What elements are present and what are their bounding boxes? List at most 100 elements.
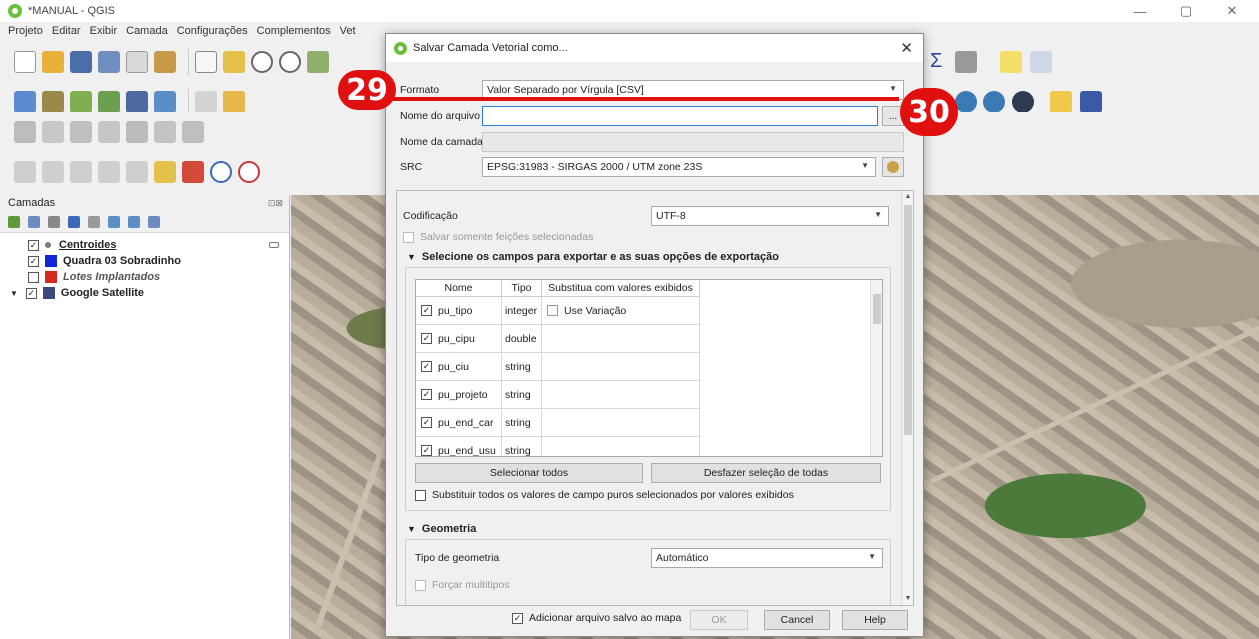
zoom-layer-icon[interactable] [210,161,232,183]
force-multi-checkbox[interactable] [415,579,426,591]
measure-icon[interactable] [955,51,977,73]
zoom-selection-icon[interactable] [238,161,260,183]
gps-icon[interactable] [1012,91,1034,113]
menu-editar[interactable]: Editar [52,25,81,37]
table-scroll-thumb[interactable] [873,294,881,324]
column-header-nome[interactable]: Nome [416,280,502,297]
print-layout-icon[interactable] [126,51,148,73]
rotate-icon[interactable] [182,121,204,143]
edit-pencil-icon[interactable] [195,91,217,113]
scroll-down-icon[interactable]: ▼ [902,593,913,605]
panel-float-close-icon[interactable]: ⊡⊠ [268,198,283,209]
table-row[interactable]: ✓ pu_tipo integer Use Variação [416,297,700,325]
help-icon[interactable] [1080,91,1102,113]
menu-camada[interactable]: Camada [126,25,168,37]
select-all-button[interactable]: Selecionar todos [415,463,643,483]
node-tool-icon[interactable] [14,121,36,143]
pan-icon[interactable] [195,51,217,73]
crs-select[interactable]: EPSG:31983 - SIRGAS 2000 / UTM zone 23S … [482,157,876,177]
select-polygon-icon[interactable] [42,161,64,183]
save-edits-icon[interactable] [126,91,148,113]
options-scrollbar[interactable]: ▲ ▼ [901,191,913,605]
field-name-cell[interactable]: ✓ pu_ciu [416,353,502,381]
add-to-map-checkbox[interactable]: ✓ [512,612,523,624]
select-freehand-icon[interactable] [70,161,92,183]
replace-all-checkbox[interactable] [415,489,426,501]
crs-selector-button[interactable] [882,157,904,177]
annotation-icon[interactable] [1030,51,1052,73]
sum-icon[interactable]: Σ [930,50,942,73]
add-csv-icon[interactable] [70,91,92,113]
geometry-section-header[interactable]: ▼ Geometria [407,523,476,535]
manage-themes-icon[interactable] [48,215,60,228]
reshape-icon[interactable] [70,121,92,143]
wms-icon[interactable] [983,91,1005,113]
encoding-select[interactable]: UTF-8 ▼ [651,206,889,226]
scroll-up-icon[interactable]: ▲ [902,191,913,203]
expand-arrow-icon[interactable]: ▼ [10,289,18,298]
expand-all-icon[interactable] [108,215,120,228]
field-checkbox[interactable]: ✓ [421,389,432,400]
zoom-full-icon[interactable] [307,51,329,73]
add-raster-icon[interactable] [154,91,176,113]
collapse-all-icon[interactable] [128,215,140,228]
merge-icon[interactable] [126,121,148,143]
menu-projeto[interactable]: Projeto [8,25,43,37]
geometry-type-select[interactable]: Automático ▼ [651,548,883,568]
new-project-icon[interactable] [14,51,36,73]
field-name-cell[interactable]: ✓ pu_cipu [416,325,502,353]
split-icon[interactable] [98,121,120,143]
add-ring-icon[interactable] [42,121,64,143]
field-name-cell[interactable]: ✓ pu_projeto [416,381,502,409]
ok-button[interactable]: OK [690,610,748,630]
menu-exibir[interactable]: Exibir [90,25,118,37]
open-project-icon[interactable] [42,51,64,73]
zoom-out-icon[interactable] [279,51,301,73]
window-close-button[interactable]: ✕ [1212,0,1252,22]
layer-checkbox[interactable]: ✓ [25,287,37,299]
deselect-icon[interactable] [126,161,148,183]
style-manager-icon[interactable] [154,51,176,73]
maximize-button[interactable]: ▢ [1166,0,1206,22]
zoom-in-icon[interactable] [251,51,273,73]
remove-layer-icon[interactable] [148,215,160,228]
cancel-button[interactable]: Cancel [764,610,830,630]
column-header-tipo[interactable]: Tipo [502,280,542,297]
help-button[interactable]: Help [842,610,908,630]
field-checkbox[interactable]: ✓ [421,361,432,372]
fields-table[interactable]: Nome Tipo Substitua com valores exibidos… [415,279,883,457]
add-vector-icon[interactable] [42,91,64,113]
layer-row-lotes[interactable]: Lotes Implantados [0,269,289,285]
menu-vetor[interactable]: Vet [340,25,356,37]
layer-checkbox[interactable] [28,271,39,283]
toggle-edit-icon[interactable] [223,91,245,113]
map-tips-icon[interactable] [1000,51,1022,73]
field-checkbox[interactable]: ✓ [421,445,432,456]
open-table-icon[interactable] [154,161,176,183]
replace-option-cell[interactable]: Use Variação [542,297,700,325]
filter-expression-icon[interactable] [88,215,100,228]
layer-checkbox[interactable]: ✓ [28,255,39,267]
minimize-button[interactable]: — [1120,0,1160,22]
save-project-icon[interactable] [70,51,92,73]
only-selected-checkbox[interactable] [403,231,414,243]
select-icon[interactable] [14,161,36,183]
digitize-icon[interactable] [98,91,120,113]
offset-icon[interactable] [154,121,176,143]
options-scroll-area[interactable]: Codificação UTF-8 ▼ Salvar somente feiçõ… [396,190,914,606]
save-as-icon[interactable] [98,51,120,73]
field-name-cell[interactable]: ✓ pu_end_car [416,409,502,437]
data-source-manager-icon[interactable] [14,91,36,113]
filter-legend-icon[interactable] [68,215,80,228]
layer-checkbox[interactable]: ✓ [28,239,39,251]
add-group-icon[interactable] [28,215,40,228]
table-row[interactable]: ✓ pu_end_car string [416,409,700,437]
options-scroll-thumb[interactable] [904,205,912,435]
field-checkbox[interactable]: ✓ [421,305,432,316]
pan-to-selection-icon[interactable] [223,51,245,73]
field-name-cell[interactable]: ✓ pu_end_usu [416,437,502,456]
web-map-icon[interactable] [955,91,977,113]
menu-complementos[interactable]: Complementos [257,25,331,37]
field-checkbox[interactable]: ✓ [421,333,432,344]
column-header-substitua[interactable]: Substitua com valores exibidos [542,280,700,297]
